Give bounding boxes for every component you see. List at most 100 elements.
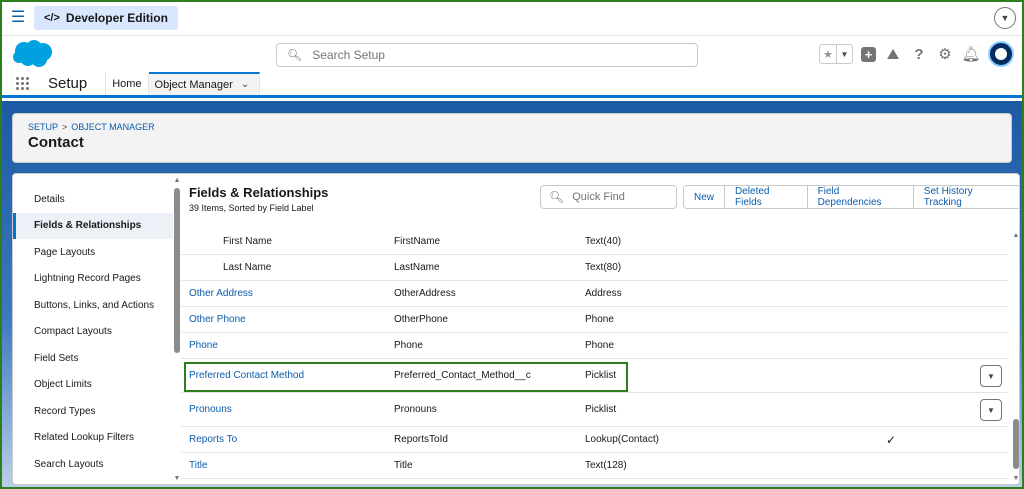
nav-item-home[interactable]: Home (106, 72, 149, 95)
action-button-group: New Deleted Fields Field Dependencies Se… (683, 185, 1019, 209)
field-label[interactable]: Title (189, 453, 208, 478)
table-row: Other Address OtherAddress Address (181, 281, 1008, 307)
page-title: Contact (28, 134, 84, 151)
section-title: Fields & Relationships (189, 185, 329, 200)
breadcrumb-object-manager[interactable]: OBJECT MANAGER (71, 122, 154, 132)
help-icon[interactable]: ? (910, 45, 928, 63)
global-actions: ★ ▼ + ⛰ ? ⚙ 🔔︎ (819, 41, 1014, 67)
row-actions-chevron-down-icon[interactable]: ▼ (980, 399, 1002, 421)
field-data-type: Text(128) (585, 460, 627, 471)
scrollbar-thumb[interactable] (1013, 419, 1019, 469)
field-api-name: OtherPhone (394, 314, 448, 325)
field-api-name: ReportsToId (394, 434, 448, 445)
star-icon[interactable]: ★ (820, 45, 836, 63)
gear-icon[interactable]: ⚙ (936, 45, 954, 63)
avatar[interactable] (988, 41, 1014, 67)
field-label[interactable]: Phone (189, 333, 218, 358)
field-label: Last Name (223, 262, 272, 273)
app-name: Setup (42, 72, 107, 95)
edition-badge[interactable]: </> Developer Edition (34, 6, 178, 30)
field-label[interactable]: Other Address (189, 281, 253, 306)
sidebar-item[interactable]: Object Limits (13, 372, 173, 398)
sidebar-item[interactable]: Field Sets (13, 345, 173, 371)
page-body: SETUP > OBJECT MANAGER Contact Details Fi… (2, 101, 1022, 487)
field-api-name: Title (394, 460, 413, 471)
context-bar: ☰ </> Developer Edition ▼ (2, 2, 1022, 36)
sidebar-item[interactable]: Details (13, 186, 173, 212)
scroll-up-icon[interactable]: ▲ (173, 177, 181, 185)
section-subtitle: 39 Items, Sorted by Field Label (189, 203, 314, 213)
table-row: Other Phone OtherPhone Phone (181, 307, 1008, 333)
field-api-name: FirstName (394, 236, 441, 247)
field-api-name: LastName (394, 262, 440, 273)
chevron-down-icon[interactable]: ⌄ (241, 79, 249, 90)
plus-icon[interactable]: + (861, 46, 876, 62)
deleted-fields-button[interactable]: Deleted Fields (725, 186, 808, 208)
field-data-type: Picklist (585, 370, 617, 381)
breadcrumb-separator: > (62, 122, 68, 132)
field-label[interactable]: Other Phone (189, 307, 246, 332)
sidebar-item[interactable]: Page Layouts (13, 239, 173, 265)
field-data-type: Phone (585, 340, 614, 351)
chevron-down-icon[interactable]: ▼ (994, 7, 1016, 29)
app-window: ☰ </> Developer Edition ▼ 🔍︎ ★ ▼ (0, 0, 1024, 489)
app-nav: Setup Home Object Manager ⌄ (2, 72, 1022, 98)
table-row: Reports To ReportsToId Lookup(Contact) ✓ (181, 427, 1008, 453)
table-row: Phone Phone Phone (181, 333, 1008, 359)
quick-find-field[interactable]: 🔍︎ (540, 185, 677, 209)
table-row: First Name FirstName Text(40) (181, 229, 1008, 255)
nav-item-object-manager[interactable]: Object Manager ⌄ (148, 72, 261, 95)
field-data-type: Phone (585, 314, 614, 325)
object-sidebar: Details Fields & Relationships Page Layout… (13, 174, 181, 484)
field-indexed-check: ✓ (886, 432, 897, 447)
field-api-name: Phone (394, 340, 423, 351)
scrollbar-thumb[interactable] (174, 188, 180, 353)
field-data-type: Picklist (585, 404, 617, 415)
field-label[interactable]: Preferred Contact Method (189, 359, 304, 392)
table-row: Pronouns Pronouns Picklist ▼ (181, 393, 1008, 427)
favorites-control[interactable]: ★ ▼ (819, 44, 853, 64)
sidebar-item[interactable]: Buttons, Links, and Actions (13, 292, 173, 318)
sidebar-item[interactable]: Lightning Record Pages (13, 266, 173, 292)
quick-find-input[interactable] (572, 191, 673, 203)
search-input[interactable] (312, 48, 673, 62)
field-api-name: Preferred_Contact_Method__c (394, 370, 531, 381)
scroll-down-icon[interactable]: ▼ (1012, 475, 1019, 483)
scroll-down-icon[interactable]: ▼ (173, 475, 181, 483)
sidebar-item[interactable]: Compact Layouts (13, 319, 173, 345)
table-row: Title Title Text(128) (181, 453, 1008, 479)
new-button[interactable]: New (684, 186, 726, 208)
field-data-type: Text(40) (585, 236, 622, 247)
code-icon: </> (44, 12, 60, 24)
field-dependencies-button[interactable]: Field Dependencies (807, 186, 914, 208)
trailhead-icon[interactable]: ⛰ (884, 45, 902, 63)
search-field[interactable]: 🔍︎ (276, 43, 698, 67)
sidebar-item[interactable]: Search Layouts (13, 451, 173, 477)
bell-icon[interactable]: 🔔︎ (961, 45, 980, 63)
field-label[interactable]: Pronouns (189, 393, 232, 426)
table-row: Preferred Contact Method Preferred_Contac… (181, 359, 1008, 393)
sidebar-item[interactable]: Fields & Relationships (13, 212, 173, 239)
avatar-face-icon (995, 48, 1007, 60)
chevron-down-icon[interactable]: ▼ (836, 45, 852, 63)
row-actions-chevron-down-icon[interactable]: ▼ (980, 365, 1002, 387)
sidebar-item[interactable]: Related Lookup Filters (13, 425, 173, 451)
nav-item-label: Object Manager (154, 78, 233, 91)
field-data-type: Text(80) (585, 262, 622, 273)
fields-panel: Fields & Relationships 39 Items, Sorted … (181, 174, 1019, 484)
salesforce-logo[interactable] (12, 39, 54, 69)
object-detail-card: Details Fields & Relationships Page Layout… (12, 173, 1020, 485)
breadcrumb: SETUP > OBJECT MANAGER (28, 122, 996, 132)
field-api-name: Pronouns (394, 404, 437, 415)
field-label[interactable]: Reports To (189, 427, 237, 452)
sidebar-item[interactable]: Record Types (13, 398, 173, 424)
set-history-tracking-button[interactable]: Set History Tracking (913, 186, 1019, 208)
menu-icon[interactable]: ☰ (10, 10, 26, 26)
breadcrumb-setup[interactable]: SETUP (28, 122, 58, 132)
sidebar-scrollbar[interactable]: ▲ ▼ (173, 174, 181, 484)
app-launcher-icon[interactable] (2, 72, 42, 95)
search-icon: 🔍︎ (549, 190, 565, 204)
table-scrollbar[interactable]: ▲ ▼ (1011, 229, 1019, 484)
edition-label: Developer Edition (65, 11, 168, 25)
scroll-up-icon[interactable]: ▲ (1012, 232, 1019, 240)
